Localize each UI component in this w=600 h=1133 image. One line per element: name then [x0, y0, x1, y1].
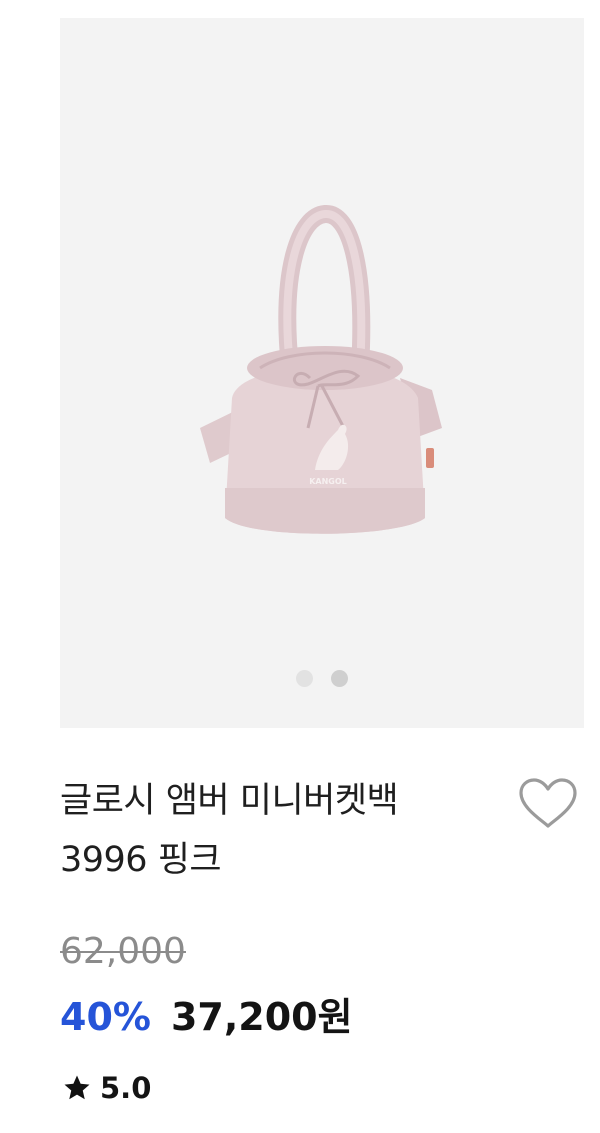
product-image: KANGOL	[200, 205, 442, 534]
product-detail-page: KANGOL 글로시 앰버 미니버켓백 3996 핑크 62,000 40% 3…	[0, 0, 600, 1133]
product-title: 글로시 앰버 미니버켓백 3996 핑크	[60, 772, 490, 890]
carousel-pagination	[60, 670, 584, 687]
product-image-carousel[interactable]: KANGOL	[60, 18, 584, 728]
carousel-dot-2[interactable]	[331, 670, 348, 687]
sale-price: 37,200원	[170, 995, 353, 1039]
rating-value: 5.0	[100, 1071, 152, 1105]
product-name-line-1: 글로시 앰버 미니버켓백	[60, 781, 399, 821]
price-row: 40% 37,200원	[60, 986, 353, 1041]
star-icon	[64, 1075, 90, 1100]
original-price: 62,000	[60, 931, 186, 972]
rating: 5.0	[62, 1071, 151, 1105]
svg-text:KANGOL: KANGOL	[309, 477, 347, 486]
carousel-dot-1[interactable]	[296, 670, 313, 687]
product-name-line-2: 3996 핑크	[60, 840, 222, 880]
discount-rate: 40%	[60, 995, 151, 1039]
heart-outline-icon[interactable]	[516, 776, 580, 832]
